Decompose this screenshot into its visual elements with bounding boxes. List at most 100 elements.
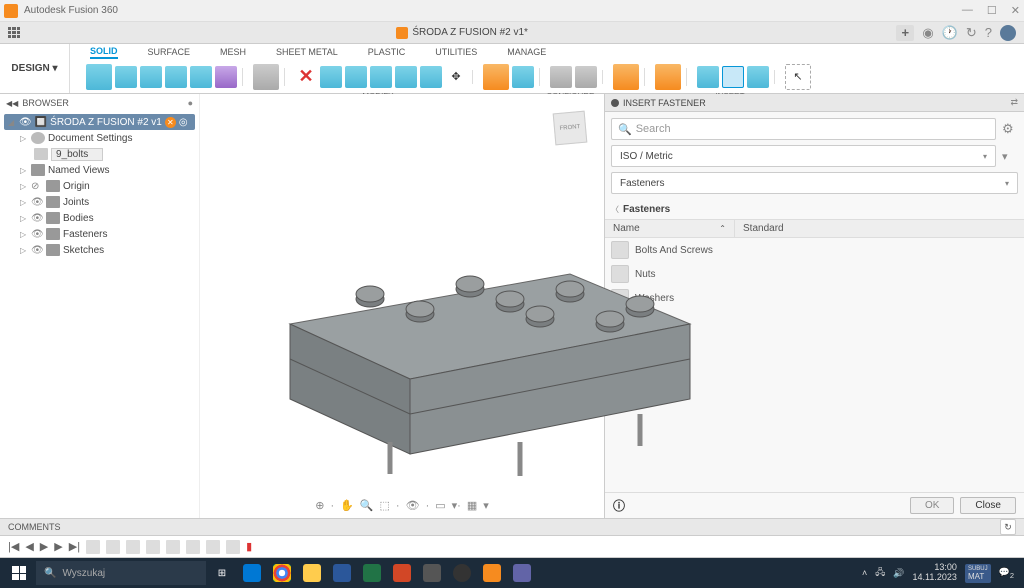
- tab-plastic[interactable]: PLASTIC: [368, 47, 406, 57]
- zoom-icon[interactable]: 🔍: [360, 499, 374, 512]
- insert-fastener-icon[interactable]: [722, 66, 744, 88]
- job-status-icon[interactable]: ↻: [966, 25, 977, 41]
- plane-icon[interactable]: [613, 64, 639, 90]
- timeline-feature-icon[interactable]: [166, 540, 180, 554]
- combine-icon[interactable]: [395, 66, 417, 88]
- fit-icon[interactable]: ⬚: [380, 499, 390, 512]
- tab-utilities[interactable]: UTILITIES: [435, 47, 477, 57]
- look-icon[interactable]: 👁: [406, 499, 420, 512]
- app-explorer[interactable]: [298, 561, 326, 585]
- taskbar-search[interactable]: 🔍 Wyszukaj: [36, 561, 206, 585]
- tree-sketches[interactable]: ▷👁Sketches: [4, 242, 195, 258]
- model-3d[interactable]: [260, 164, 720, 484]
- tray-network-icon[interactable]: 🖧: [875, 565, 885, 581]
- browser-header[interactable]: ◀◀ BROWSER ●: [0, 94, 199, 112]
- tray-chevron-icon[interactable]: ˄: [862, 568, 867, 578]
- app-outlook[interactable]: [238, 561, 266, 585]
- timeline-last-icon[interactable]: ▶|: [69, 540, 80, 553]
- insert-decal-icon[interactable]: [747, 66, 769, 88]
- comments-bar[interactable]: COMMENTS ● ↻: [0, 518, 1024, 536]
- start-button[interactable]: [4, 561, 34, 585]
- tab-manage[interactable]: MANAGE: [507, 47, 546, 57]
- tray-mat-badge[interactable]: SUBUJ MAT: [965, 564, 991, 583]
- select-icon[interactable]: ↖: [785, 64, 811, 90]
- new-tab-button[interactable]: +: [896, 25, 914, 41]
- column-standard[interactable]: Standard: [735, 220, 1024, 237]
- form-icon[interactable]: [215, 66, 237, 88]
- collapse-icon[interactable]: ◀◀: [6, 99, 18, 108]
- tab-sheet-metal[interactable]: SHEET METAL: [276, 47, 338, 57]
- press-pull-icon[interactable]: [320, 66, 342, 88]
- info-icon[interactable]: ⓘ: [613, 497, 625, 514]
- search-input[interactable]: 🔍 Search: [611, 118, 996, 140]
- view-cube[interactable]: FRONT: [548, 106, 592, 150]
- orbit-icon[interactable]: ⊕: [315, 499, 324, 512]
- tree-fasteners[interactable]: ▷👁Fasteners: [4, 226, 195, 242]
- timeline-marker-icon[interactable]: ▮: [246, 540, 252, 553]
- app-chrome[interactable]: [268, 561, 296, 585]
- refresh-button[interactable]: ↻: [1000, 519, 1016, 535]
- app-word[interactable]: [328, 561, 356, 585]
- tray-clock[interactable]: 13:00 14.11.2023: [913, 563, 957, 583]
- timeline-feature-icon[interactable]: [126, 540, 140, 554]
- tab-mesh[interactable]: MESH: [220, 47, 246, 57]
- task-view-icon[interactable]: ⊞: [208, 561, 236, 585]
- app-generic[interactable]: [418, 561, 446, 585]
- configure2-icon[interactable]: [575, 66, 597, 88]
- data-panel-icon[interactable]: [8, 27, 20, 39]
- timeline-feature-icon[interactable]: [226, 540, 240, 554]
- revolve-icon[interactable]: [140, 66, 162, 88]
- panel-move-icon[interactable]: ⇄: [1010, 97, 1018, 108]
- timeline-prev-icon[interactable]: ◀: [25, 540, 33, 553]
- user-avatar[interactable]: [1000, 25, 1016, 41]
- as-built-joint-icon[interactable]: [512, 66, 534, 88]
- settings-icon[interactable]: ⚙: [1002, 121, 1018, 137]
- timeline-next-icon[interactable]: ▶: [54, 540, 62, 553]
- tree-named-views[interactable]: ▷Named Views: [4, 162, 195, 178]
- move-icon[interactable]: ✥: [445, 66, 467, 88]
- tree-bodies[interactable]: ▷👁Bodies: [4, 210, 195, 226]
- close-button[interactable]: Close: [960, 497, 1016, 514]
- timeline-feature-icon[interactable]: [146, 540, 160, 554]
- app-obs[interactable]: [448, 561, 476, 585]
- filter-icon[interactable]: ▾: [1002, 145, 1018, 167]
- display-icon[interactable]: ▭: [435, 499, 445, 512]
- shell-icon[interactable]: [370, 66, 392, 88]
- tree-origin[interactable]: ▷⊘Origin: [4, 178, 195, 194]
- timeline-first-icon[interactable]: |◀: [8, 540, 19, 553]
- maximize-button[interactable]: ☐: [987, 4, 997, 17]
- minimize-button[interactable]: —: [962, 4, 973, 17]
- tray-notifications-icon[interactable]: 💬2: [999, 567, 1014, 580]
- tab-solid[interactable]: SOLID: [90, 46, 118, 59]
- viewport[interactable]: FRONT: [200, 94, 604, 518]
- app-excel[interactable]: [358, 561, 386, 585]
- grid-icon[interactable]: ▦: [467, 499, 477, 512]
- tree-joints[interactable]: ▷👁Joints: [4, 194, 195, 210]
- viewcube-face[interactable]: FRONT: [553, 111, 588, 146]
- pan-icon[interactable]: ✋: [340, 499, 354, 512]
- insert-derive-icon[interactable]: [697, 66, 719, 88]
- sketch-icon[interactable]: [86, 64, 112, 90]
- app-powerpoint[interactable]: [388, 561, 416, 585]
- timeline-feature-icon[interactable]: [86, 540, 100, 554]
- ok-button[interactable]: OK: [910, 497, 954, 514]
- close-button[interactable]: ✕: [1011, 4, 1020, 17]
- extrude-icon[interactable]: [115, 66, 137, 88]
- document-tab[interactable]: ŚRODA Z FUSION #2 v1*: [396, 27, 528, 39]
- tree-document-settings[interactable]: ▷Document Settings: [4, 130, 195, 146]
- timeline-play-icon[interactable]: ▶: [40, 540, 48, 553]
- fillet-icon[interactable]: [345, 66, 367, 88]
- hole-icon[interactable]: [190, 66, 212, 88]
- split-icon[interactable]: [420, 66, 442, 88]
- timeline-feature-icon[interactable]: [186, 540, 200, 554]
- timeline-feature-icon[interactable]: [106, 540, 120, 554]
- browser-options-icon[interactable]: ●: [188, 98, 193, 108]
- workspace-switcher[interactable]: DESIGN ▾: [0, 44, 70, 93]
- app-teams[interactable]: [508, 561, 536, 585]
- app-fusion[interactable]: [478, 561, 506, 585]
- tray-volume-icon[interactable]: 🔊: [893, 568, 904, 579]
- configure-icon[interactable]: [550, 66, 572, 88]
- automate-icon[interactable]: [253, 64, 279, 90]
- measure-icon[interactable]: [655, 64, 681, 90]
- panel-header[interactable]: INSERT FASTENER ⇄: [605, 94, 1024, 112]
